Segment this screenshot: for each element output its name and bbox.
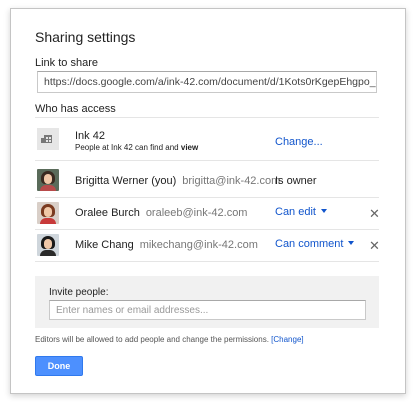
access-name: Ink 42 bbox=[75, 130, 105, 142]
dialog-title: Sharing settings bbox=[35, 29, 136, 45]
access-name: Brigitta Werner (you) brigitta@ink-42.com bbox=[75, 175, 281, 187]
sharing-settings-dialog: Sharing settings Link to share https://d… bbox=[10, 8, 406, 394]
divider bbox=[35, 261, 379, 262]
who-has-access-label: Who has access bbox=[35, 103, 116, 115]
building-icon bbox=[37, 128, 59, 150]
caret-down-icon bbox=[320, 209, 327, 213]
access-row-user: Brigitta Werner (you) brigitta@ink-42.com… bbox=[35, 164, 379, 198]
access-detail: People at Ink 42 can find and view bbox=[75, 143, 199, 152]
divider bbox=[35, 117, 379, 118]
avatar bbox=[37, 202, 59, 224]
divider bbox=[35, 160, 379, 161]
done-button[interactable]: Done bbox=[35, 356, 83, 376]
avatar bbox=[37, 234, 59, 256]
change-permissions-link[interactable]: [Change] bbox=[271, 335, 303, 344]
remove-user-icon[interactable]: ✕ bbox=[369, 206, 380, 222]
caret-down-icon bbox=[348, 241, 355, 245]
permission-dropdown[interactable]: Can edit bbox=[275, 206, 327, 218]
editors-note: Editors will be allowed to add people an… bbox=[35, 335, 304, 344]
permission-dropdown[interactable]: Can comment bbox=[275, 238, 355, 250]
invite-input[interactable] bbox=[49, 300, 366, 320]
remove-user-icon[interactable]: ✕ bbox=[369, 238, 380, 254]
owner-status: Is owner bbox=[275, 175, 317, 187]
access-name: Oralee Burch oraleeb@ink-42.com bbox=[75, 207, 248, 219]
change-visibility-link[interactable]: Change... bbox=[275, 136, 323, 148]
access-row-domain: Ink 42 People at Ink 42 can find and vie… bbox=[35, 123, 379, 157]
access-email: mikechang@ink-42.com bbox=[139, 239, 258, 251]
access-name: Mike Chang mikechang@ink-42.com bbox=[75, 239, 258, 251]
access-email: oraleeb@ink-42.com bbox=[145, 207, 248, 219]
access-row-user: Mike Chang mikechang@ink-42.com Can comme… bbox=[35, 229, 380, 263]
access-row-user: Oralee Burch oraleeb@ink-42.com Can edit … bbox=[35, 197, 380, 231]
access-email: brigitta@ink-42.com bbox=[182, 175, 281, 187]
invite-label: Invite people: bbox=[49, 287, 109, 298]
invite-panel: Invite people: bbox=[35, 276, 379, 328]
share-link-field[interactable]: https://docs.google.com/a/ink-42.com/doc… bbox=[37, 71, 377, 93]
avatar bbox=[37, 169, 59, 191]
link-to-share-label: Link to share bbox=[35, 57, 98, 69]
